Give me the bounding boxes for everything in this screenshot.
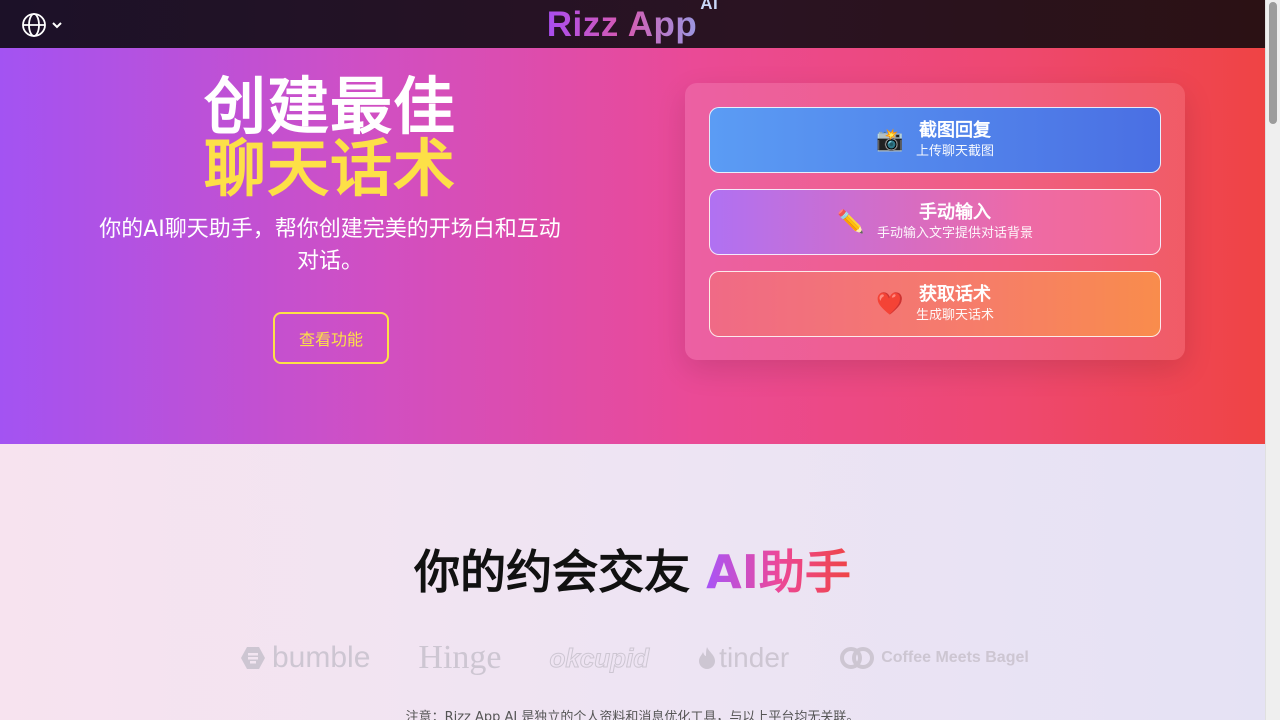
disclaimer-note: 注意：Rizz App AI 是独立的个人资料和消息优化工具，与以上平台均无关联… (405, 710, 860, 720)
camera-icon: 📸 (875, 127, 904, 153)
hinge-logo: Hinge (418, 639, 502, 676)
hero-title-line1: 创建最佳 (203, 70, 456, 143)
language-switcher[interactable] (20, 11, 64, 39)
logo-text: Rizz App (546, 5, 698, 44)
coffee-meets-bagel-logo: Coffee Meets Bagel (839, 645, 1029, 671)
option-desc: 手动输入文字提供对话背景 (876, 226, 1033, 241)
option-desc: 上传聊天截图 (915, 144, 994, 159)
logo-ai-badge: AI (700, 0, 719, 14)
bumble-hex-icon (241, 647, 265, 669)
section-title-accent: AI助手 (706, 545, 851, 599)
manual-input-button[interactable]: ✏️ 手动输入 手动输入文字提供对话背景 (709, 189, 1161, 255)
chevron-down-icon (50, 18, 64, 32)
option-title: 手动输入 (918, 202, 991, 223)
bumble-logo: bumble (240, 641, 370, 675)
okcupid-logo: okcupid (549, 642, 650, 673)
hero-section: 创建最佳 聊天话术 你的AI聊天助手，帮你创建完美的开场白和互动对话。 查看功能… (0, 48, 1265, 444)
tinder-logo: tinder (697, 642, 789, 674)
hero-text-block: 创建最佳 聊天话术 你的AI聊天助手，帮你创建完美的开场白和互动对话。 查看功能 (80, 70, 580, 364)
cmb-rings-icon (840, 647, 875, 669)
option-title: 截图回复 (918, 120, 991, 141)
hero-title-line2: 聊天话术 (203, 132, 456, 205)
action-card: 📸 截图回复 上传聊天截图 ✏️ 手动输入 手动输入文字提供对话背景 ❤️ 获取… (685, 83, 1185, 360)
option-title: 获取话术 (918, 284, 991, 305)
section-title-plain: 你的约会交友 (414, 545, 707, 599)
screenshot-reply-button[interactable]: 📸 截图回复 上传聊天截图 (709, 107, 1161, 173)
app-logo[interactable]: Rizz AppAI (546, 0, 718, 45)
scrollbar-thumb[interactable] (1269, 2, 1277, 124)
top-header: Rizz AppAI (0, 0, 1265, 48)
heart-icon: ❤️ (875, 291, 904, 317)
get-lines-button[interactable]: ❤️ 获取话术 生成聊天话术 (709, 271, 1161, 337)
section-title: 你的约会交友 AI助手 (0, 536, 1265, 602)
bumble-wordmark: bumble (272, 641, 371, 674)
tinder-wordmark: tinder (719, 642, 790, 673)
page-scrollbar[interactable] (1265, 0, 1280, 720)
hero-subtitle: 你的AI聊天助手，帮你创建完美的开场白和互动对话。 (99, 217, 561, 274)
option-desc: 生成聊天话术 (915, 308, 994, 323)
cmb-wordmark: Coffee Meets Bagel (881, 649, 1029, 666)
globe-icon (20, 11, 48, 39)
platforms-section: 你的约会交友 AI助手 bumble Hinge okcupid tinder … (0, 444, 1265, 720)
flame-icon (699, 647, 716, 669)
pencil-icon: ✏️ (836, 209, 865, 235)
view-features-button[interactable]: 查看功能 (273, 312, 389, 364)
brand-logos: bumble Hinge okcupid tinder Coffee Meets… (240, 639, 1029, 677)
